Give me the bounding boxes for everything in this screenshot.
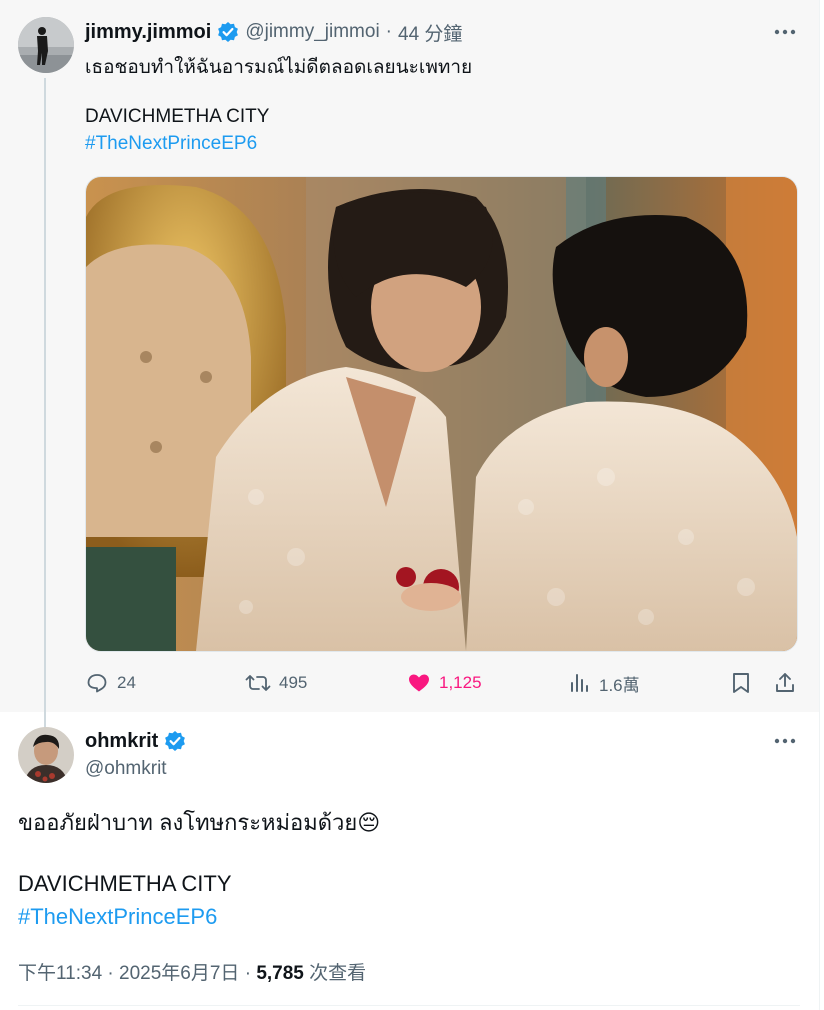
repost-icon: [245, 671, 271, 695]
more-icon[interactable]: [773, 20, 797, 44]
like-count: 1,125: [439, 673, 482, 692]
repost-count: 495: [279, 673, 308, 692]
like-button[interactable]: 1,125: [407, 668, 482, 698]
separator-dot: ·: [385, 21, 392, 42]
avatar-ohmkrit[interactable]: [18, 727, 74, 783]
tweet2-hashtag[interactable]: #TheNextPrinceEP6: [18, 904, 217, 930]
separator-dot: ·: [107, 963, 114, 984]
avatar-jimmy[interactable]: [18, 17, 74, 73]
tweet1-actions: 24 495 1,125 1.6萬: [85, 668, 800, 698]
reply-icon: [85, 671, 109, 695]
separator-dot: ·: [244, 963, 252, 984]
views-count: 1.6萬: [599, 675, 640, 695]
bookmark-icon: [730, 671, 752, 695]
display-name[interactable]: ohmkrit: [85, 730, 158, 753]
tweet2-meta: 下午11:34 · 2025年6月7日 · 5,785 次查看: [18, 958, 366, 985]
tweet2-text-line1: ขออภัยฝ่าบาท ลงโทษกระหม่อมด้วย😔: [18, 810, 381, 835]
tweet1-text-line1: เธอชอบทำให้ฉันอารมณ์ไม่ดีตลอดเลยนะเพทาย: [85, 57, 473, 78]
timestamp[interactable]: 44 分鐘: [398, 19, 462, 46]
meta-date[interactable]: 2025年6月7日: [119, 963, 239, 984]
tweet2-text-line2: DAVICHMETHA CITY: [18, 871, 232, 896]
tweet1-text-line2: DAVICHMETHA CITY: [85, 106, 270, 127]
reply-button[interactable]: 24: [85, 668, 136, 698]
reply-count: 24: [117, 673, 136, 692]
handle[interactable]: @ohmkrit: [85, 758, 186, 780]
heart-icon: [407, 671, 431, 695]
share-button[interactable]: [773, 668, 797, 698]
meta-time[interactable]: 下午11:34: [18, 963, 102, 984]
timeline-border: [819, 0, 820, 1010]
meta-views-label: 次查看: [309, 963, 367, 984]
verified-badge-icon: [217, 21, 239, 43]
tweet2-header: ohmkrit @ohmkrit: [85, 728, 186, 780]
handle[interactable]: @jimmy_jimmoi: [245, 21, 379, 43]
display-name[interactable]: jimmy.jimmoi: [85, 21, 211, 44]
share-icon: [773, 671, 797, 695]
meta-views-count: 5,785: [256, 963, 304, 984]
tweet-photo[interactable]: [85, 176, 798, 652]
tweet1-hashtag[interactable]: #TheNextPrinceEP6: [85, 133, 257, 155]
repost-button[interactable]: 495: [245, 668, 307, 698]
views-icon: [569, 671, 591, 695]
bookmark-button[interactable]: [730, 668, 752, 698]
more-icon[interactable]: [773, 729, 797, 753]
tweet1-header: jimmy.jimmoi @jimmy_jimmoi · 44 分鐘: [85, 18, 462, 46]
verified-badge-icon: [164, 730, 186, 752]
thread-connector: [44, 78, 46, 728]
divider: [18, 1005, 800, 1006]
views-button[interactable]: 1.6萬: [569, 668, 640, 698]
